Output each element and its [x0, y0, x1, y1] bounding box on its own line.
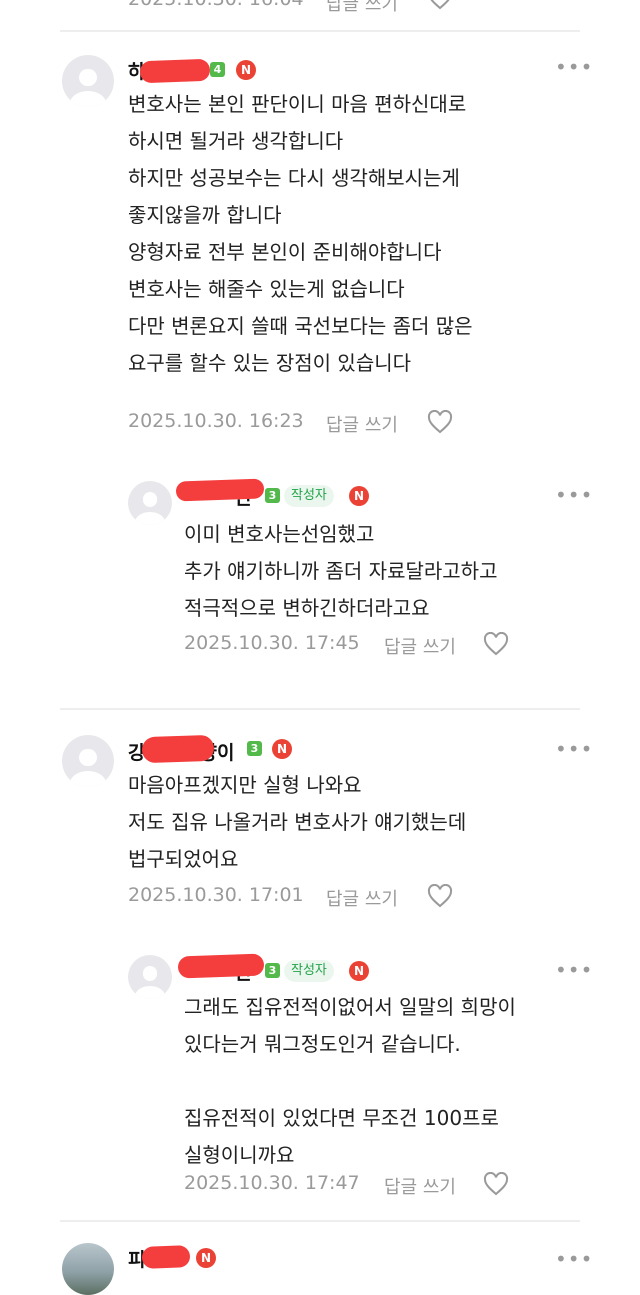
comment-line: 마음아프겠지만 실형 나와요	[128, 773, 362, 797]
comment-line: 양형자료 전부 본인이 준비해야합니다	[128, 240, 442, 264]
divider	[60, 30, 580, 32]
comment-line: 이미 변호사는선임했고	[184, 522, 375, 546]
comment-line	[184, 1063, 516, 1100]
level-badge: 3	[265, 488, 280, 503]
avatar[interactable]	[128, 481, 172, 525]
author-tag: 작성자	[284, 960, 334, 982]
heart-icon[interactable]	[483, 1172, 509, 1196]
comment-line: 적극적으로 변하긴하더라고요	[184, 596, 430, 620]
comment-text: 그래도 집유전적이없어서 일말의 희망이 있다는거 뭐그정도인거 같습니다. 집…	[184, 989, 516, 1174]
comment-line: 변호사는 해줄수 있는게 없습니다	[128, 277, 405, 301]
divider	[60, 708, 580, 710]
comment-line: 집유전적이 있었다면 무조건 100프로	[184, 1106, 499, 1130]
comment-line: 그래도 집유전적이없어서 일말의 희망이	[184, 995, 516, 1019]
more-options-icon[interactable]: •••	[555, 57, 593, 77]
more-options-icon[interactable]: •••	[555, 1249, 593, 1269]
redaction-mark	[141, 1245, 191, 1269]
new-badge: N	[349, 486, 369, 506]
reply-button[interactable]: 답글 쓰기	[384, 1173, 456, 1199]
reply-button[interactable]: 답글 쓰기	[326, 885, 398, 911]
avatar[interactable]	[62, 1243, 114, 1295]
comment-line: 저도 집유 나올거라 변호사가 얘기했는데	[128, 810, 467, 834]
comment-line: 요구를 할수 있는 장점이 있습니다	[128, 351, 412, 375]
comment-date: 2025.10.30. 17:45	[184, 632, 360, 654]
level-badge: 3	[265, 963, 280, 978]
comment-line: 있다는거 뭐그정도인거 같습니다.	[184, 1032, 461, 1056]
reply-button[interactable]: 답글 쓰기	[326, 411, 398, 437]
new-badge: N	[236, 60, 256, 80]
heart-icon[interactable]	[483, 632, 509, 656]
avatar[interactable]	[62, 55, 114, 107]
avatar[interactable]	[62, 735, 114, 787]
comment-line: 하지만 성공보수는 다시 생각해보시는게	[128, 166, 460, 190]
reply-button[interactable]: 답글 쓰기	[384, 633, 456, 659]
author-tag: 작성자	[284, 485, 334, 507]
comment-line: 실형이니까요	[184, 1143, 295, 1167]
comment-line: 좋지않을까 합니다	[128, 203, 282, 227]
redaction-mark	[139, 58, 211, 84]
comment-line: 추가 얘기하니까 좀더 자료달라고하고	[184, 559, 498, 583]
heart-icon[interactable]	[427, 0, 453, 10]
heart-icon[interactable]	[427, 410, 453, 434]
comment-date: 2025.10.30. 17:47	[184, 1172, 360, 1194]
comment-text: 이미 변호사는선임했고 추가 얘기하니까 좀더 자료달라고하고 적극적으로 변하…	[184, 516, 497, 627]
more-options-icon[interactable]: •••	[555, 960, 593, 980]
comment-line: 하시면 될거라 생각합니다	[128, 129, 344, 153]
reply-button[interactable]: 답글 쓰기	[326, 0, 398, 16]
new-badge: N	[272, 739, 292, 759]
comment-line: 법구되었어요	[128, 847, 239, 871]
avatar[interactable]	[128, 955, 172, 999]
redaction-mark	[177, 953, 265, 979]
comment-date: 2025.10.30. 16:04	[128, 0, 304, 10]
level-badge: 3	[247, 741, 262, 756]
more-options-icon[interactable]: •••	[555, 739, 593, 759]
more-options-icon[interactable]: •••	[555, 485, 593, 505]
comment-line: 변호사는 본인 판단이니 마음 편하신대로	[128, 92, 467, 116]
redaction-mark	[141, 734, 215, 764]
level-badge: 4	[210, 62, 225, 77]
new-badge: N	[349, 961, 369, 981]
comment-text: 변호사는 본인 판단이니 마음 편하신대로 하시면 될거라 생각합니다 하지만 …	[128, 86, 473, 382]
redaction-mark	[175, 478, 265, 502]
comment-date: 2025.10.30. 17:01	[128, 884, 304, 906]
divider	[60, 1220, 580, 1222]
comment-date: 2025.10.30. 16:23	[128, 410, 304, 432]
comment-text: 마음아프겠지만 실형 나와요 저도 집유 나올거라 변호사가 얘기했는데 법구되…	[128, 767, 466, 878]
heart-icon[interactable]	[427, 884, 453, 908]
new-badge: N	[196, 1248, 216, 1268]
comment-line: 다만 변론요지 쓸때 국선보다는 좀더 많은	[128, 314, 473, 338]
